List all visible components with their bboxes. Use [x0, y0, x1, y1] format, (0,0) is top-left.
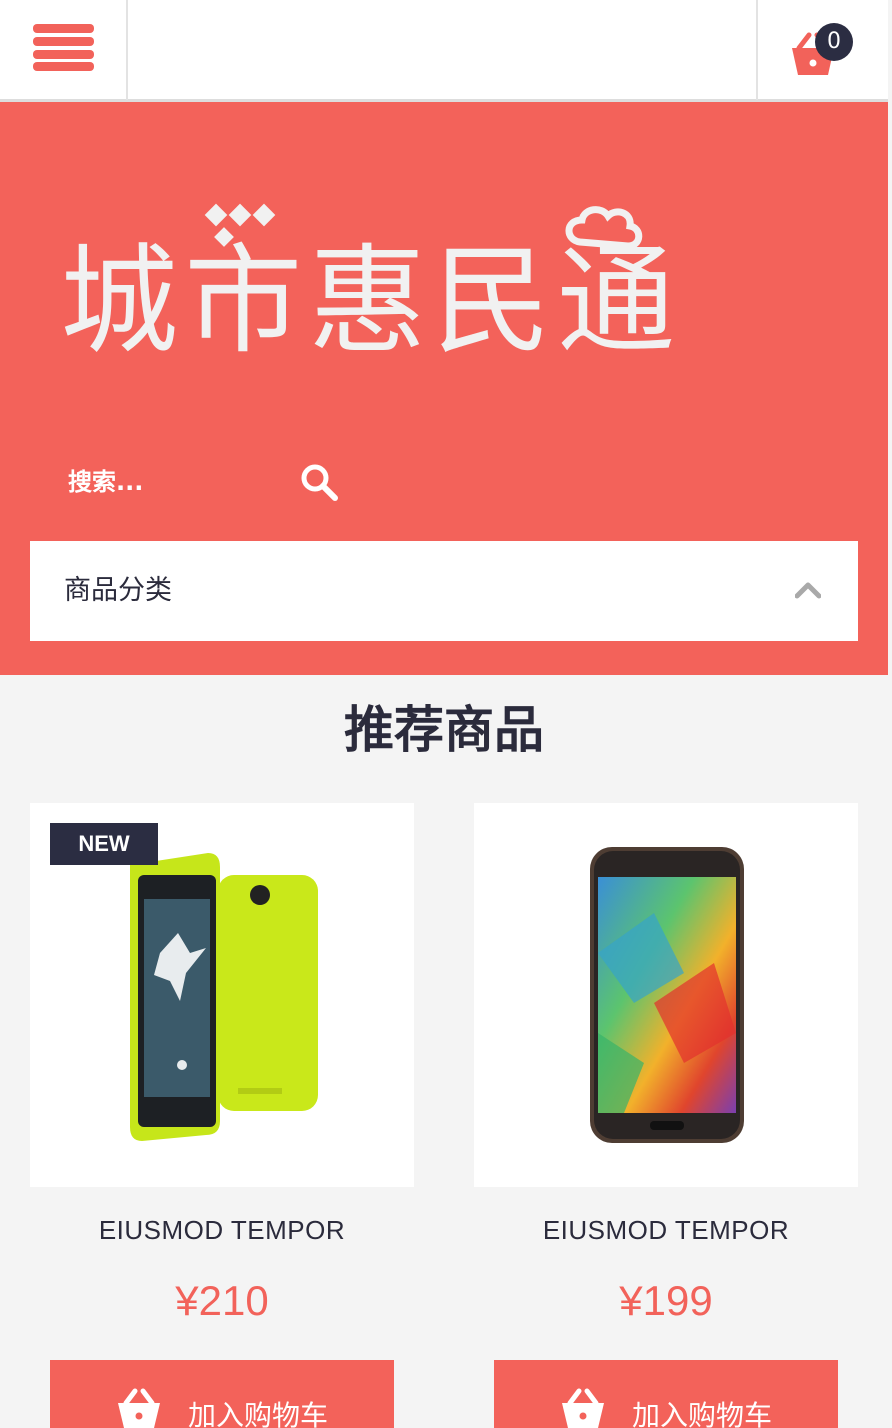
brand-logo: 城市惠民通 — [60, 203, 675, 362]
search-button[interactable] — [295, 458, 345, 508]
search-bar — [30, 442, 360, 522]
add-to-cart-button[interactable]: 加入购物车 — [494, 1360, 838, 1428]
shopping-basket-icon — [118, 1388, 160, 1428]
add-to-cart-label: 加入购物车 — [188, 1399, 329, 1428]
search-input[interactable] — [30, 442, 290, 522]
cart-button[interactable]: 0 — [756, 0, 888, 100]
search-icon — [301, 464, 338, 501]
samsung-galaxy-smartphone-image — [590, 847, 744, 1143]
shopping-basket-icon — [562, 1388, 604, 1428]
product-image-box[interactable] — [474, 803, 858, 1187]
add-to-cart-button[interactable]: 加入购物车 — [50, 1360, 394, 1428]
product-name[interactable]: EIUSMOD TEMPOR — [30, 1215, 414, 1246]
menu-button[interactable] — [0, 0, 128, 100]
category-label: 商品分类 — [64, 575, 172, 606]
product-name[interactable]: EIUSMOD TEMPOR — [474, 1215, 858, 1246]
chevron-up-icon — [795, 582, 821, 599]
product-price: ¥199 — [619, 1277, 713, 1324]
category-dropdown[interactable]: 商品分类 — [30, 541, 858, 641]
section-title: 推荐商品 — [344, 701, 544, 759]
product-price: ¥210 — [175, 1277, 269, 1324]
hero-banner: 城市惠民通 商品分类 — [0, 102, 888, 675]
top-header: 0 — [0, 0, 888, 102]
svg-text:城市惠民通: 城市惠民通 — [60, 232, 675, 362]
cart-count-badge: 0 — [815, 23, 853, 61]
new-badge: NEW — [50, 823, 158, 865]
product-image-box[interactable]: NEW — [30, 803, 414, 1187]
add-to-cart-label: 加入购物车 — [632, 1399, 773, 1428]
